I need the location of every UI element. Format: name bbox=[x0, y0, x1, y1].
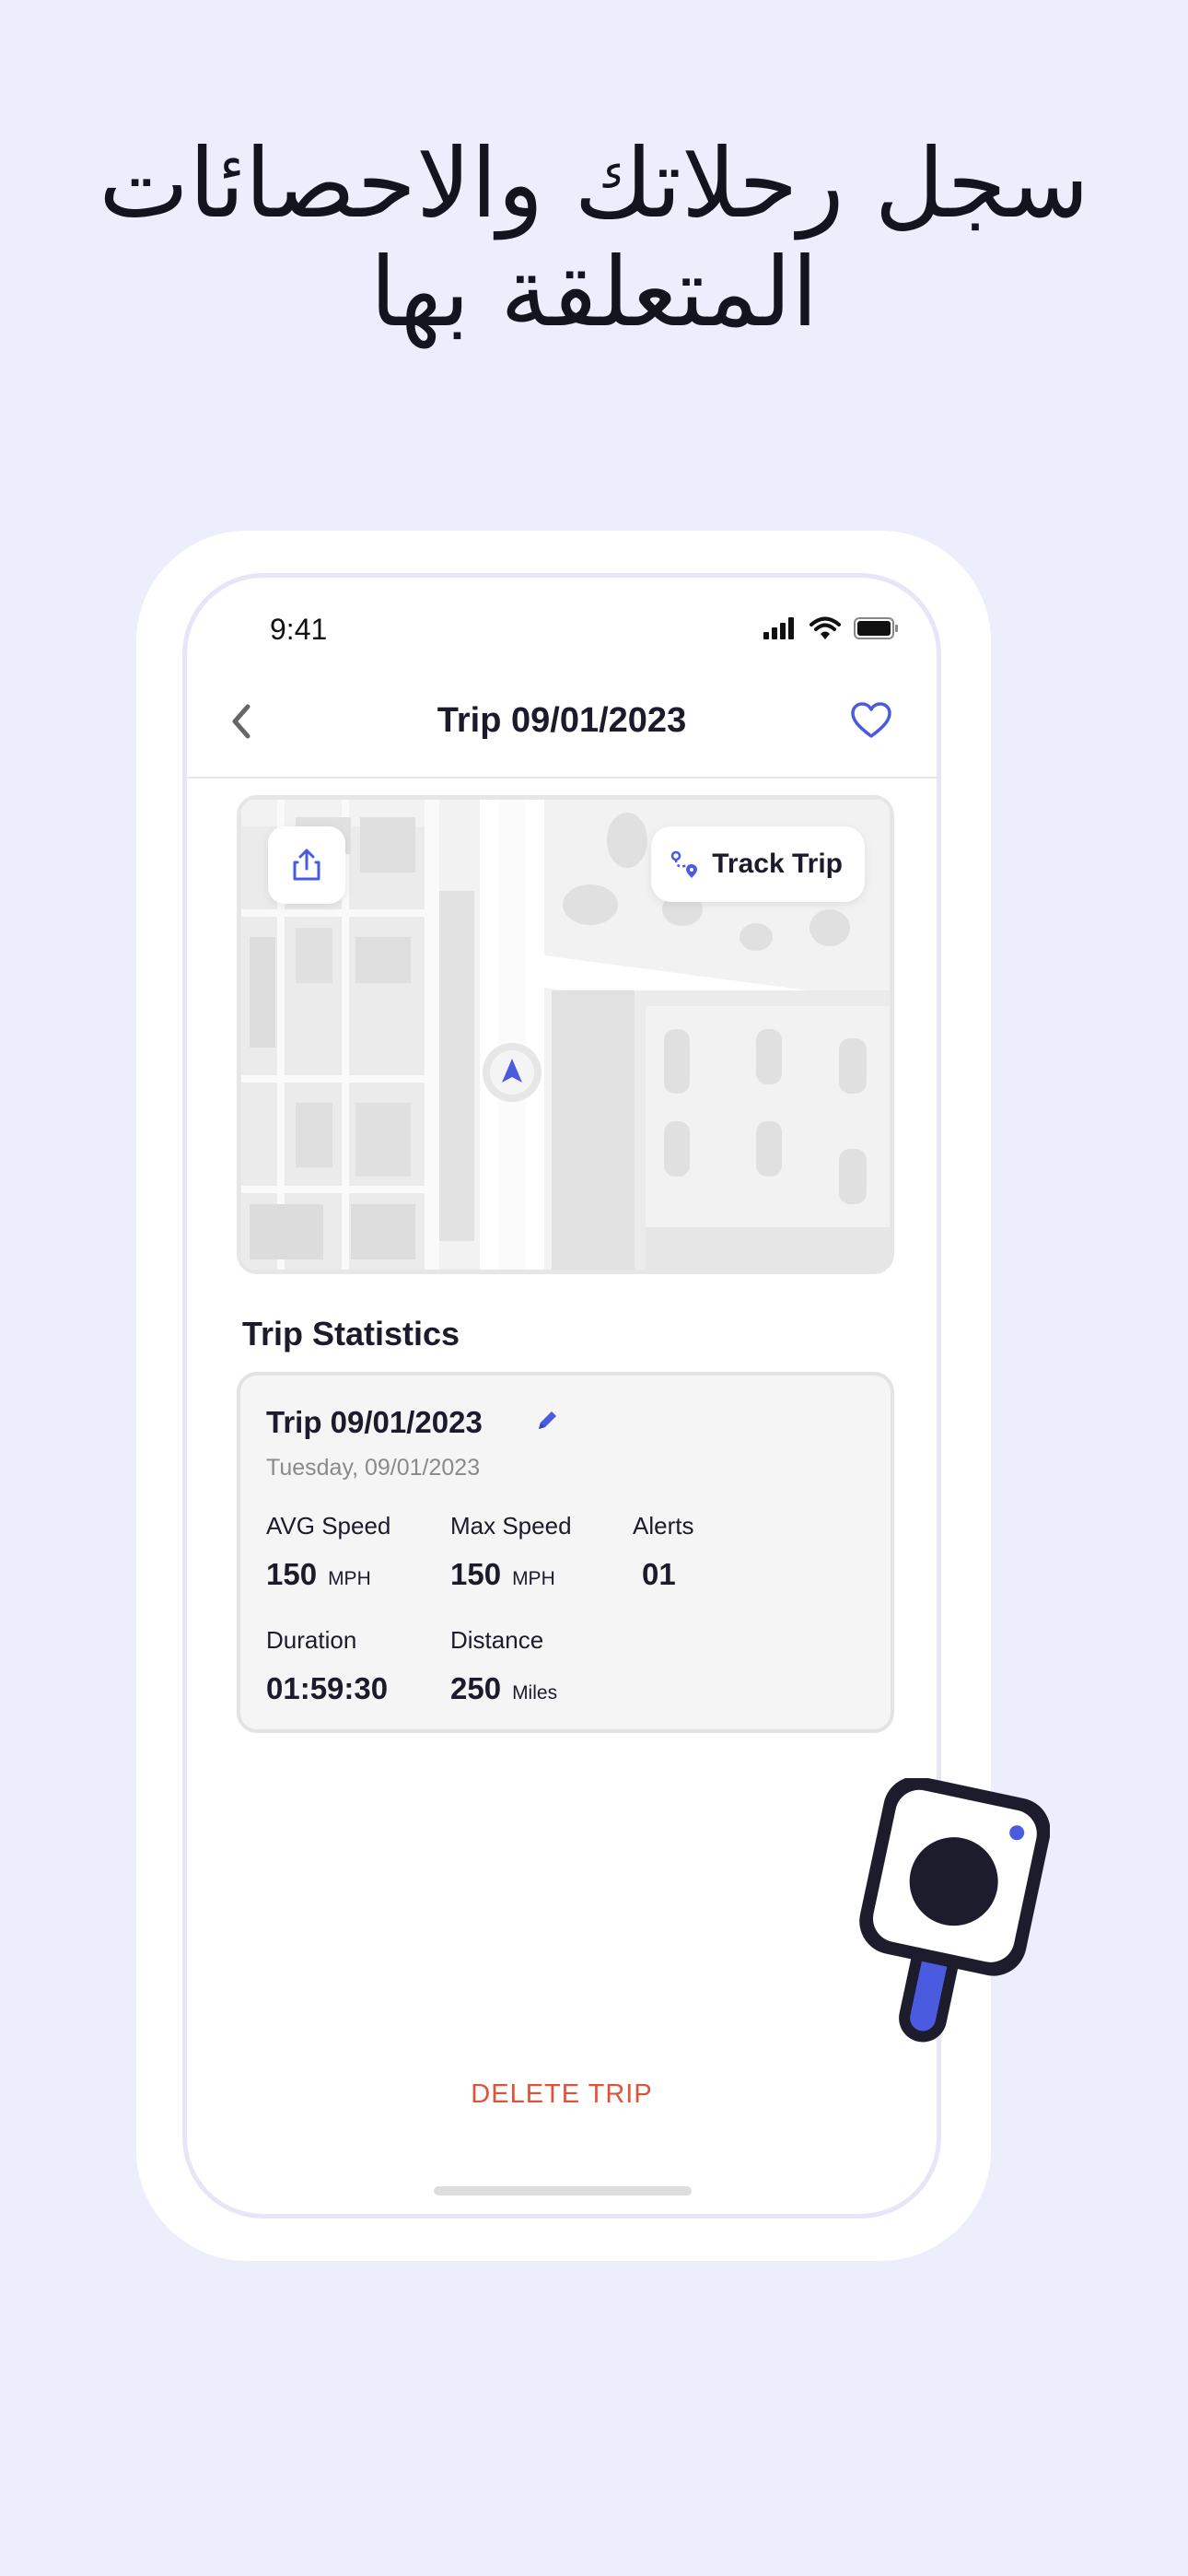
stat-duration: Duration 01:59:30 bbox=[266, 1626, 388, 1706]
trip-date: Tuesday, 09/01/2023 bbox=[266, 1455, 481, 1481]
phone-screen: 9:41 Trip 09/01/2023 Track Trip Trip Sta… bbox=[182, 573, 941, 2219]
headline: سجل رحلاتك والاحصائات المتعلقة بها bbox=[0, 129, 1188, 346]
headline-line-2: المتعلقة بها bbox=[369, 236, 819, 348]
stat-label: AVG Speed bbox=[266, 1512, 391, 1540]
track-trip-label: Track Trip bbox=[712, 849, 843, 879]
pencil-icon[interactable] bbox=[533, 1407, 561, 1434]
stat-alerts: Alerts 01 bbox=[633, 1512, 693, 1592]
stat-value: 01 bbox=[642, 1557, 676, 1591]
stat-label: Max Speed bbox=[450, 1512, 572, 1540]
share-icon bbox=[293, 849, 320, 881]
delete-trip-button[interactable]: DELETE TRIP bbox=[187, 2079, 937, 2110]
battery-icon bbox=[854, 617, 898, 639]
stat-value: 01:59:30 bbox=[266, 1671, 389, 1705]
trip-map[interactable]: Track Trip bbox=[237, 795, 894, 1274]
trip-statistics-card: Trip 09/01/2023 Tuesday, 09/01/2023 AVG … bbox=[237, 1372, 894, 1733]
stat-unit: Miles bbox=[512, 1682, 558, 1704]
stat-label: Distance bbox=[450, 1626, 544, 1654]
status-icons bbox=[763, 616, 900, 640]
navigation-arrow-icon bbox=[483, 1043, 542, 1102]
stat-value: 150 bbox=[450, 1557, 502, 1591]
tracker-device-illustration bbox=[859, 1778, 1050, 2043]
trip-statistics-heading: Trip Statistics bbox=[242, 1315, 460, 1352]
stat-value: 250 bbox=[450, 1671, 502, 1705]
status-time: 9:41 bbox=[270, 613, 328, 646]
wifi-icon bbox=[809, 616, 841, 639]
page-title: Trip 09/01/2023 bbox=[437, 701, 687, 740]
cellular-signal-icon bbox=[763, 617, 794, 639]
track-trip-button[interactable]: Track Trip bbox=[651, 826, 865, 902]
trip-name: Trip 09/01/2023 bbox=[266, 1405, 483, 1439]
navigation-bar: Trip 09/01/2023 bbox=[187, 666, 937, 779]
stat-avg-speed: AVG Speed 150 MPH bbox=[266, 1512, 390, 1592]
heart-icon[interactable] bbox=[850, 701, 892, 740]
share-button[interactable] bbox=[268, 826, 345, 904]
stat-unit: MPH bbox=[328, 1568, 371, 1589]
home-indicator[interactable] bbox=[434, 2186, 692, 2195]
stat-distance: Distance 250 Miles bbox=[450, 1626, 557, 1706]
route-icon bbox=[671, 850, 698, 878]
stat-value: 150 bbox=[266, 1557, 318, 1591]
stat-unit: MPH bbox=[512, 1568, 555, 1589]
stat-max-speed: Max Speed 150 MPH bbox=[450, 1512, 572, 1592]
stat-label: Alerts bbox=[633, 1512, 694, 1540]
headline-line-1: سجل رحلاتك والاحصائات bbox=[99, 127, 1089, 240]
stat-label: Duration bbox=[266, 1626, 357, 1654]
